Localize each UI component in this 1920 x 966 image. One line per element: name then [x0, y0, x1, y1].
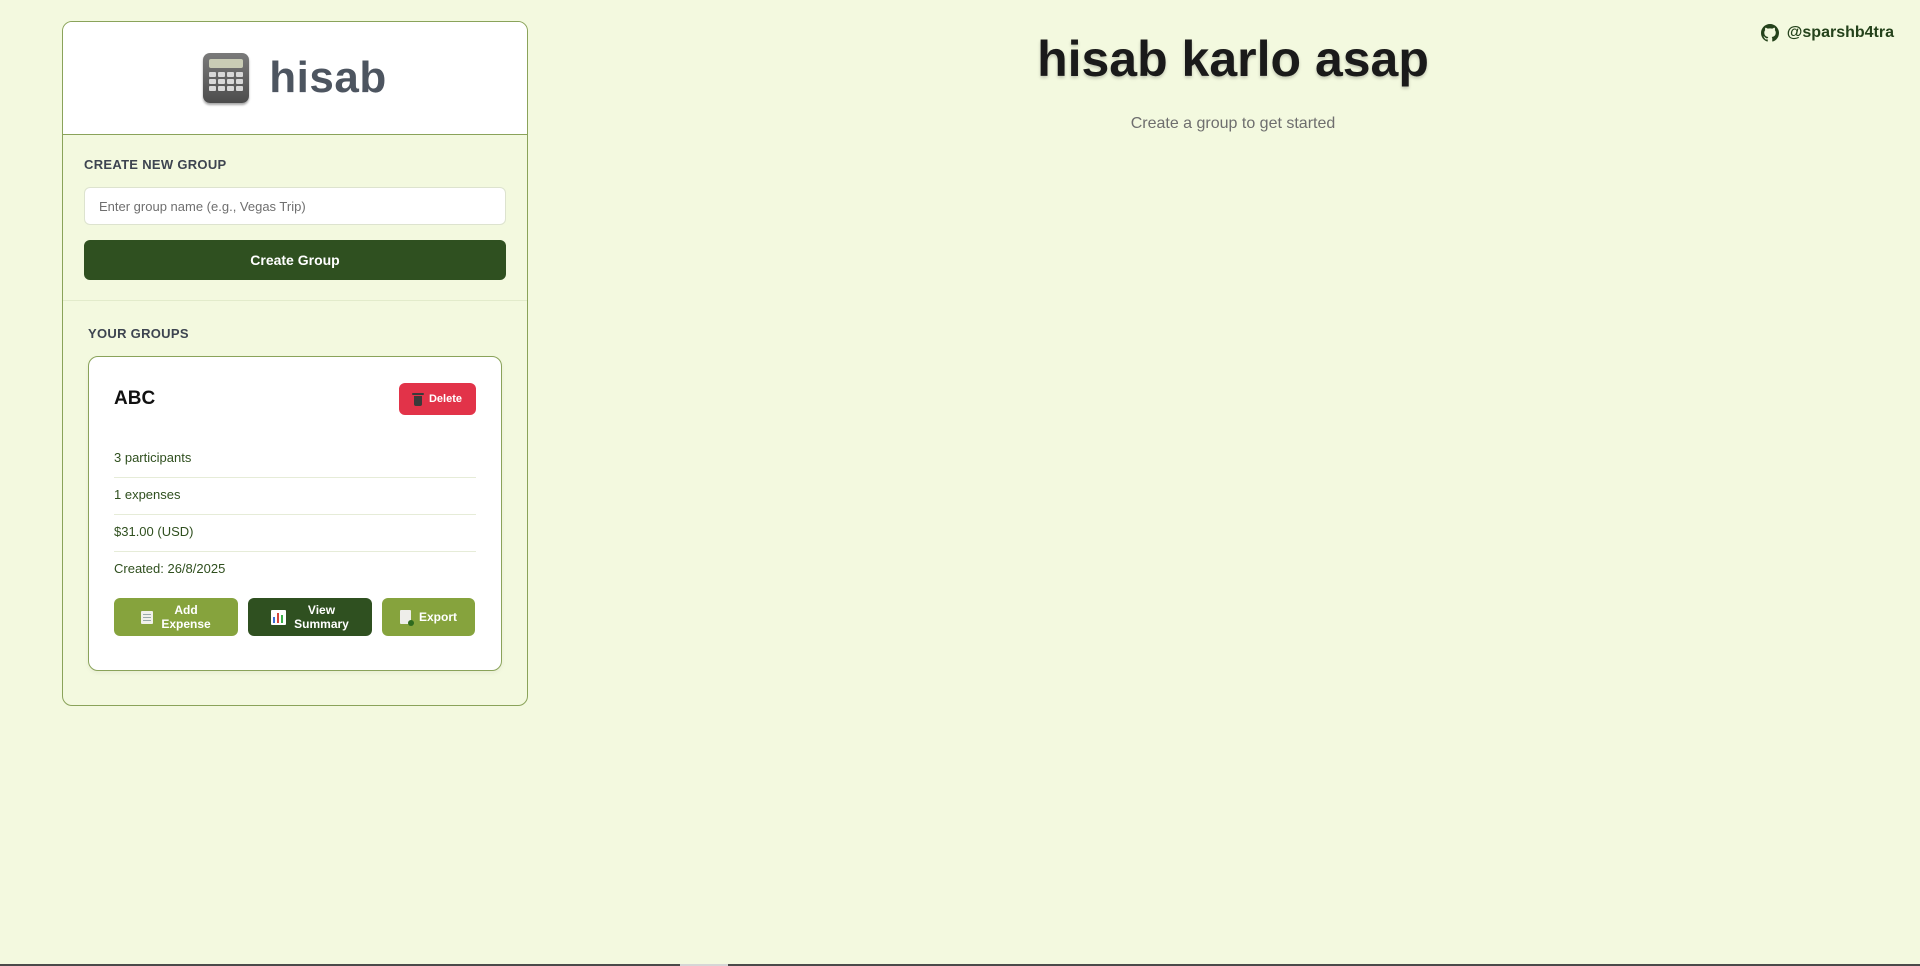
group-total: $31.00 (USD)	[114, 515, 476, 552]
group-stats: 3 participants 1 expenses $31.00 (USD) C…	[114, 441, 476, 589]
brand-name: hisab	[269, 53, 387, 102]
trash-icon	[411, 392, 424, 406]
page-title: hisab karlo asap	[1037, 31, 1429, 87]
receipt-icon	[141, 610, 154, 624]
group-actions: Add Expense View Summary Export	[114, 598, 476, 636]
view-summary-button[interactable]: View Summary	[248, 598, 372, 636]
created-date: Created: 26/8/2025	[114, 561, 226, 576]
github-icon	[1760, 24, 1779, 42]
group-name: ABC	[114, 388, 156, 409]
create-group-section: CREATE NEW GROUP Create Group	[63, 135, 527, 301]
group-card-header: ABC Delete	[114, 383, 476, 415]
page-subtitle: Create a group to get started	[1130, 115, 1336, 132]
bar-chart-icon	[271, 609, 287, 625]
export-button[interactable]: Export	[382, 598, 475, 636]
github-handle: @sparshb4tra	[1786, 24, 1894, 41]
brand-header: hisab	[63, 22, 527, 135]
group-name-input[interactable]	[84, 187, 506, 225]
your-groups-heading: YOUR GROUPS	[88, 326, 189, 341]
document-icon	[399, 610, 414, 626]
participants-count: 3 participants	[114, 441, 476, 478]
view-summary-label: View Summary	[294, 603, 349, 631]
delete-label: Delete	[428, 393, 463, 405]
add-expense-label: Add Expense	[161, 603, 211, 631]
export-label: Export	[418, 610, 457, 624]
expenses-count: 1 expenses	[114, 478, 476, 515]
delete-group-button[interactable]: Delete	[399, 383, 476, 415]
add-expense-button[interactable]: Add Expense	[114, 598, 238, 636]
create-group-heading: CREATE NEW GROUP	[84, 157, 227, 172]
your-groups-section: YOUR GROUPS ABC Delete 3 participants 1 …	[63, 301, 527, 671]
github-link[interactable]: @sparshb4tra	[1760, 24, 1894, 42]
calculator-icon	[203, 53, 250, 103]
sidebar: hisab CREATE NEW GROUP Create Group YOUR…	[62, 21, 528, 706]
group-card: ABC Delete 3 participants 1 expenses $31…	[88, 356, 502, 671]
create-group-button[interactable]: Create Group	[84, 240, 506, 280]
